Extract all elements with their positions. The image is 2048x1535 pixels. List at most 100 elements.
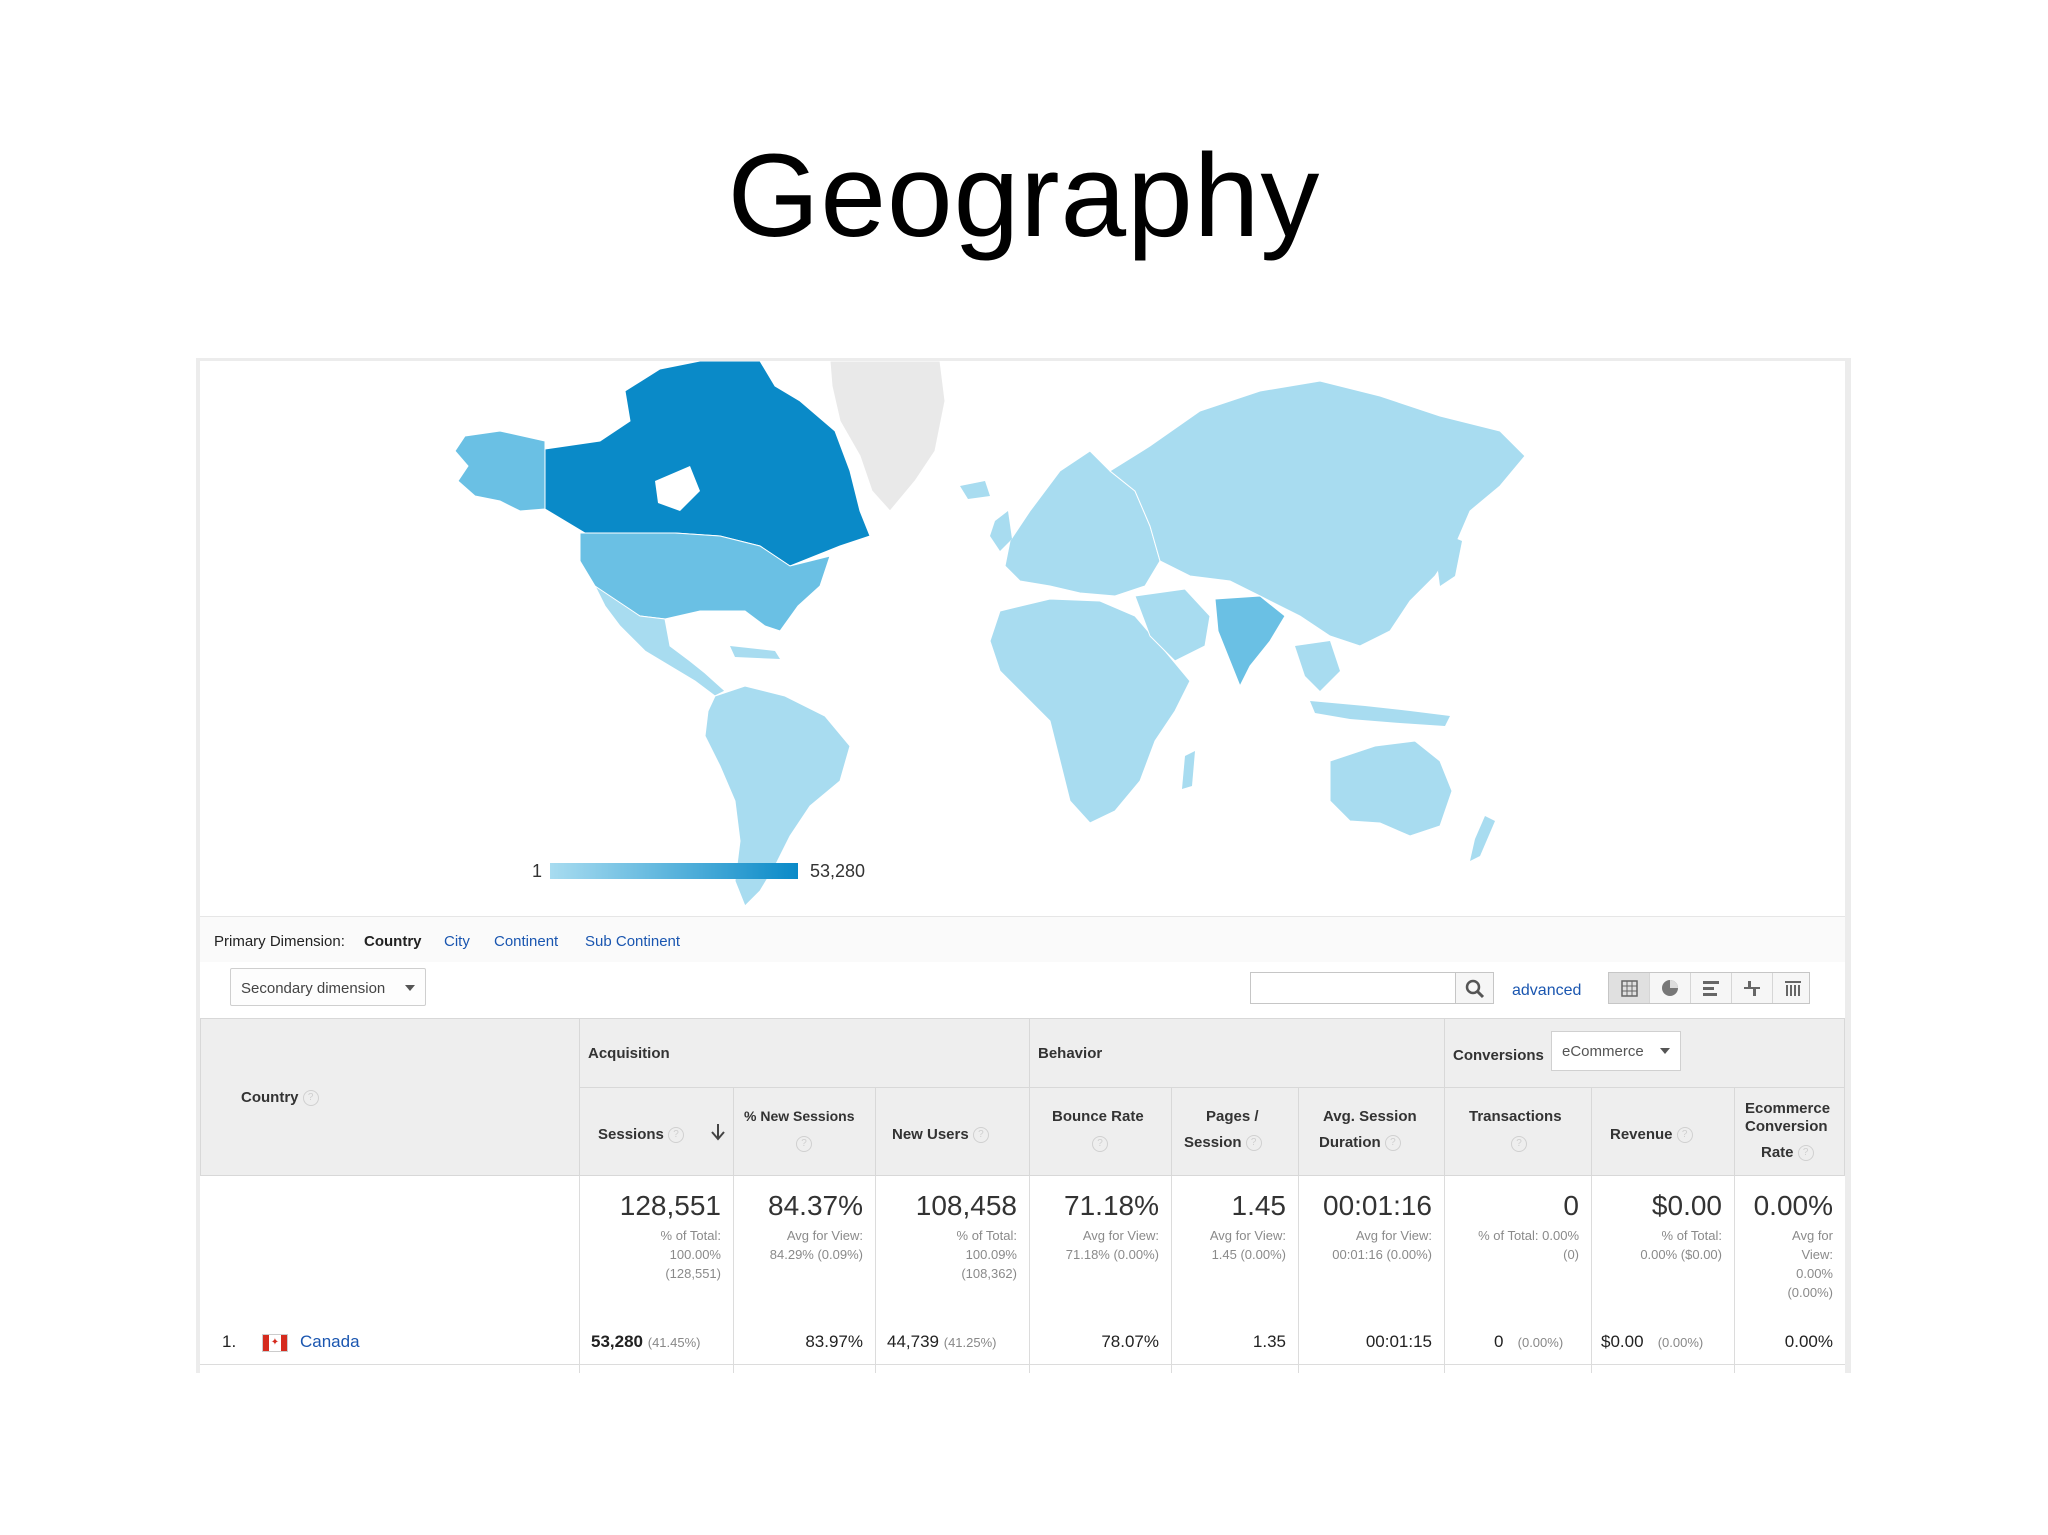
- legend-min: 1: [532, 861, 543, 881]
- header-country[interactable]: Country ?: [200, 1018, 580, 1176]
- help-icon[interactable]: ?: [1797, 1145, 1814, 1162]
- dimension-city[interactable]: City: [444, 933, 470, 950]
- header-ecr-label-2: Conversion: [1745, 1118, 1828, 1135]
- header-transactions[interactable]: Transactions ?: [1444, 1087, 1592, 1176]
- header-revenue[interactable]: Revenue ?: [1591, 1087, 1735, 1176]
- row-transactions-pct: (0.00%): [1517, 1335, 1564, 1350]
- header-new-users[interactable]: New Users ?: [875, 1087, 1030, 1176]
- search-button[interactable]: [1456, 972, 1494, 1004]
- total-pages-session-value: 1.45: [1231, 1190, 1287, 1221]
- table-view-icon[interactable]: [1609, 973, 1650, 1003]
- header-revenue-label: Revenue: [1610, 1126, 1673, 1143]
- totals-row: 128,551 % of Total: 100.00% (128,551) 84.3…: [200, 1176, 1845, 1315]
- pie-view-icon[interactable]: [1650, 973, 1691, 1003]
- table-toolbar: Secondary dimension advanced: [200, 962, 1845, 1018]
- total-ecr: 0.00% Avg for View: 0.00% (0.00%): [1753, 1190, 1833, 1300]
- header-avg-duration-label-1: Avg. Session: [1323, 1108, 1417, 1125]
- row-sessions-pct: (41.45%): [647, 1335, 701, 1350]
- header-bounce-rate-label: Bounce Rate: [1052, 1108, 1144, 1125]
- header-bounce-rate[interactable]: Bounce Rate ?: [1029, 1087, 1172, 1176]
- row-country-link[interactable]: Canada: [300, 1332, 360, 1352]
- total-revenue-value: $0.00: [1651, 1190, 1722, 1221]
- search-icon: [1465, 979, 1485, 999]
- row-new-users-pct: (41.25%): [943, 1335, 997, 1350]
- header-transactions-label: Transactions: [1469, 1108, 1562, 1125]
- total-new-users-value: 108,458: [915, 1190, 1017, 1221]
- chevron-down-icon: [1660, 1048, 1670, 1054]
- total-sessions: 128,551 % of Total: 100.00% (128,551): [579, 1176, 734, 1314]
- total-sessions-value: 128,551: [619, 1190, 721, 1221]
- help-icon[interactable]: ?: [668, 1127, 685, 1144]
- group-conversions: Conversions eCommerce: [1444, 1018, 1845, 1088]
- total-sessions-sub: % of Total: 100.00% (128,551): [660, 1228, 721, 1281]
- help-icon[interactable]: ?: [1676, 1127, 1693, 1144]
- comparison-view-icon[interactable]: [1732, 973, 1773, 1003]
- slide-title: Geography: [727, 130, 1321, 262]
- header-pages-session-label-2: Session: [1184, 1134, 1242, 1151]
- dimension-country[interactable]: Country: [364, 933, 422, 950]
- total-bounce-rate: 71.18% Avg for View: 71.18% (0.00%): [1029, 1176, 1172, 1314]
- dimension-continent[interactable]: Continent: [494, 933, 558, 950]
- bar-view-icon[interactable]: [1691, 973, 1732, 1003]
- group-acquisition-label: Acquisition: [588, 1045, 670, 1062]
- canada-flag-icon: ✦: [262, 1334, 288, 1352]
- help-icon[interactable]: ?: [1092, 1136, 1108, 1152]
- help-icon[interactable]: ?: [1384, 1135, 1401, 1152]
- total-pages-session: 1.45 Avg for View: 1.45 (0.00%): [1171, 1176, 1299, 1314]
- help-icon[interactable]: ?: [1245, 1135, 1262, 1152]
- total-avg-duration-value: 00:01:16: [1323, 1190, 1432, 1221]
- row-new-users: 44,739: [887, 1332, 939, 1351]
- group-behavior-label: Behavior: [1038, 1045, 1103, 1062]
- secondary-dimension-label: Secondary dimension: [241, 980, 386, 997]
- map-region-india: [1214, 595, 1286, 688]
- table-search-input[interactable]: [1250, 972, 1456, 1004]
- legend-gradient-bar: [550, 863, 798, 879]
- legend-max: 53,280: [810, 861, 866, 881]
- header-ecr-label-1: Ecommerce: [1745, 1100, 1831, 1117]
- header-pages-session[interactable]: Pages / Session ?: [1171, 1087, 1299, 1176]
- header-pages-session-label-1: Pages /: [1206, 1108, 1259, 1125]
- chevron-down-icon: [405, 985, 415, 991]
- row-avg-duration: 00:01:15: [1365, 1332, 1432, 1351]
- advanced-filter-link[interactable]: advanced: [1512, 982, 1581, 1000]
- header-new-sessions-label: % New Sessions: [744, 1108, 855, 1124]
- row-ecr: 0.00%: [1784, 1332, 1833, 1351]
- conversions-select[interactable]: eCommerce: [1551, 1031, 1681, 1071]
- row-bounce-rate: 78.07%: [1101, 1332, 1159, 1351]
- primary-dimension-label: Primary Dimension:: [214, 933, 345, 950]
- header-ecr-label-3: Rate: [1761, 1144, 1794, 1161]
- total-ecr-value: 0.00%: [1753, 1190, 1833, 1221]
- map-region-alaska: [454, 430, 546, 512]
- total-avg-duration: 00:01:16 Avg for View: 00:01:16 (0.00%): [1298, 1176, 1445, 1314]
- header-new-sessions[interactable]: % New Sessions ?: [733, 1087, 876, 1176]
- total-new-sessions-value: 84.37%: [768, 1190, 863, 1221]
- sort-descending-icon[interactable]: [710, 1122, 726, 1142]
- row-index: 1.: [222, 1332, 237, 1351]
- group-acquisition: Acquisition: [579, 1018, 1030, 1088]
- dimension-sub-continent[interactable]: Sub Continent: [585, 933, 680, 950]
- header-ecommerce-conversion-rate[interactable]: Ecommerce Conversion Rate ?: [1734, 1087, 1845, 1176]
- group-behavior: Behavior: [1029, 1018, 1445, 1088]
- world-map: 1 53,280: [200, 361, 1845, 911]
- conversions-select-value: eCommerce: [1562, 1043, 1644, 1060]
- pivot-view-icon[interactable]: [1773, 973, 1813, 1003]
- group-conversions-label: Conversions: [1453, 1047, 1544, 1064]
- table-row: 1. ✦ Canada 53,280 (41.45%) 83.97% 44,73…: [200, 1314, 1845, 1373]
- secondary-dimension-dropdown[interactable]: Secondary dimension: [230, 968, 426, 1006]
- total-new-sessions: 84.37% Avg for View: 84.29% (0.09%): [733, 1176, 876, 1314]
- header-sessions[interactable]: Sessions ?: [579, 1087, 734, 1176]
- row-sessions: 53,280: [591, 1332, 643, 1351]
- help-icon[interactable]: ?: [302, 1090, 319, 1107]
- total-bounce-rate-value: 71.18%: [1064, 1190, 1159, 1221]
- header-avg-session-duration[interactable]: Avg. Session Duration ?: [1298, 1087, 1445, 1176]
- help-icon[interactable]: ?: [796, 1136, 812, 1152]
- help-icon[interactable]: ?: [1511, 1136, 1527, 1152]
- header-country-label: Country: [241, 1089, 299, 1106]
- help-icon[interactable]: ?: [972, 1127, 989, 1144]
- header-new-users-label: New Users: [892, 1126, 969, 1143]
- total-revenue: $0.00 % of Total: 0.00% ($0.00): [1591, 1176, 1735, 1314]
- row-pages-session: 1.35: [1252, 1332, 1286, 1351]
- header-sessions-label: Sessions: [598, 1126, 664, 1143]
- row-revenue-pct: (0.00%): [1657, 1335, 1704, 1350]
- map-region-australia: [1329, 740, 1453, 837]
